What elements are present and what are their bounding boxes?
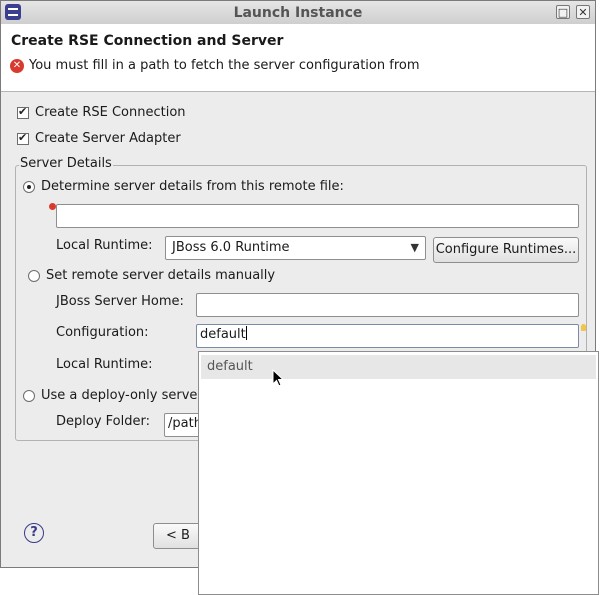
help-icon[interactable]: ?: [24, 523, 44, 543]
remote-file-path-input[interactable]: [56, 204, 579, 228]
manual-option-label: Set remote server details manually: [46, 268, 276, 283]
text-caret: [245, 326, 247, 340]
checkbox-icon[interactable]: [17, 105, 29, 119]
error-message: You must fill in a path to fetch the ser…: [29, 58, 420, 73]
configuration-label: Configuration:: [56, 325, 149, 340]
configuration-value: default: [200, 327, 246, 342]
radio-icon[interactable]: [23, 180, 35, 193]
jboss-home-input[interactable]: [196, 293, 579, 317]
wizard-header: Create RSE Connection and Server ✕ You m…: [1, 24, 595, 92]
remote-file-option-label: Determine server details from this remot…: [41, 179, 344, 194]
configuration-input[interactable]: default: [196, 324, 579, 348]
content-assist-bulb-icon: [581, 324, 586, 331]
back-button[interactable]: < B: [153, 523, 203, 549]
chevron-down-icon[interactable]: ▼: [411, 237, 419, 259]
create-rse-connection-checkbox[interactable]: Create RSE Connection: [17, 105, 186, 120]
checkbox-icon[interactable]: [17, 131, 29, 145]
jboss-home-label: JBoss Server Home:: [56, 294, 184, 309]
radio-icon[interactable]: [28, 269, 40, 282]
deploy-folder-label: Deploy Folder:: [56, 414, 150, 429]
window-title: Launch Instance: [233, 5, 363, 21]
close-button[interactable]: ✕: [576, 5, 590, 19]
deploy-only-option-label: Use a deploy-only serve: [41, 388, 198, 403]
error-icon: ✕: [10, 59, 24, 73]
manual-local-runtime-label: Local Runtime:: [56, 357, 153, 372]
create-rse-connection-label: Create RSE Connection: [35, 105, 186, 120]
configure-runtimes-button[interactable]: Configure Runtimes...: [433, 237, 579, 263]
local-runtime-value: JBoss 6.0 Runtime: [172, 240, 290, 255]
local-runtime-label: Local Runtime:: [56, 238, 153, 253]
server-details-label: Server Details: [19, 156, 113, 171]
field-error-icon: [49, 203, 56, 210]
manual-details-radio[interactable]: Set remote server details manually: [28, 268, 275, 283]
mouse-cursor-icon: [272, 369, 284, 387]
create-server-adapter-checkbox[interactable]: Create Server Adapter: [17, 131, 181, 146]
remote-file-radio[interactable]: Determine server details from this remot…: [23, 179, 344, 194]
deploy-only-radio[interactable]: Use a deploy-only serve: [23, 388, 199, 403]
page-title: Create RSE Connection and Server: [11, 33, 284, 49]
autocomplete-item[interactable]: default: [201, 355, 596, 379]
autocomplete-popup[interactable]: default: [198, 351, 599, 595]
titlebar[interactable]: Launch Instance □ ✕: [1, 1, 595, 25]
local-runtime-select[interactable]: JBoss 6.0 Runtime ▼: [165, 236, 426, 260]
radio-icon[interactable]: [23, 389, 35, 402]
create-server-adapter-label: Create Server Adapter: [35, 131, 181, 146]
maximize-button[interactable]: □: [556, 5, 570, 19]
